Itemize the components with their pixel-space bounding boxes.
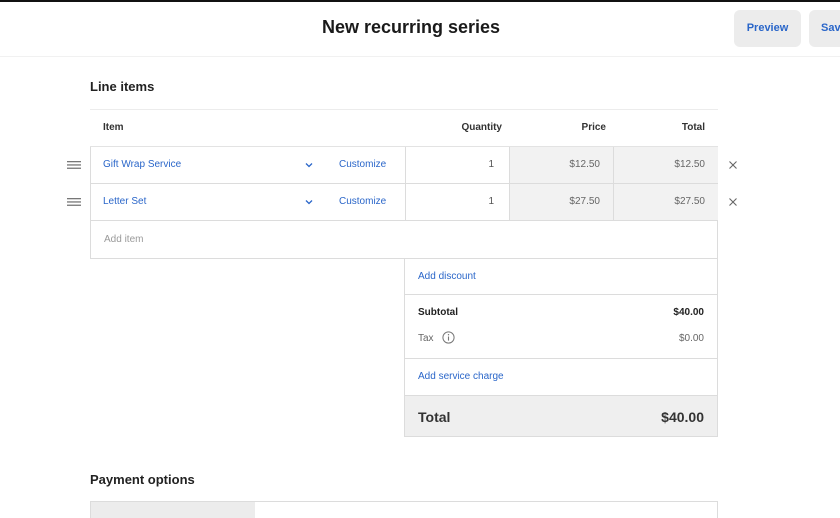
tax-value: $0.00 bbox=[678, 333, 704, 344]
header-divider bbox=[0, 56, 840, 57]
tax-label: Tax bbox=[418, 333, 434, 344]
chevron-down-icon[interactable] bbox=[304, 197, 314, 207]
line-items-heading: Line items bbox=[90, 79, 155, 94]
customize-link[interactable]: Customize bbox=[339, 147, 386, 183]
price-value: $12.50 bbox=[509, 147, 613, 183]
chevron-down-icon[interactable] bbox=[304, 160, 314, 170]
order-summary: Add discount Subtotal $40.00 Tax $0.00 A… bbox=[404, 259, 718, 437]
column-header-total: Total bbox=[681, 122, 705, 133]
add-service-charge-link[interactable]: Add service charge bbox=[405, 359, 717, 396]
total-value: $12.50 bbox=[613, 147, 718, 183]
payment-options-heading: Payment options bbox=[90, 472, 195, 487]
drag-handle-icon[interactable] bbox=[67, 198, 81, 206]
close-icon[interactable] bbox=[727, 196, 739, 208]
drag-handle-icon[interactable] bbox=[67, 161, 81, 169]
page-title: New recurring series bbox=[321, 17, 501, 37]
total-label: Total bbox=[418, 409, 451, 425]
total-value: $27.50 bbox=[613, 184, 718, 220]
subtotal-value: $40.00 bbox=[673, 307, 704, 318]
column-header-item: Item bbox=[103, 122, 124, 133]
info-icon[interactable] bbox=[442, 331, 455, 344]
page-header: New recurring series Preview Save bbox=[0, 2, 840, 56]
subtotals-block: Subtotal $40.00 Tax $0.00 bbox=[405, 295, 717, 359]
add-item-input[interactable]: Add item bbox=[90, 221, 718, 259]
total-line: Total $40.00 bbox=[405, 396, 717, 437]
item-select[interactable]: Gift Wrap Service bbox=[103, 147, 323, 183]
customize-link[interactable]: Customize bbox=[339, 184, 386, 220]
line-item-row: Letter Set Customize 1 $27.50 $27.50 bbox=[67, 184, 737, 221]
line-items-table-header: Item Quantity Price Total bbox=[90, 109, 718, 147]
preview-button[interactable]: Preview bbox=[734, 10, 801, 47]
quantity-field[interactable]: 1 bbox=[405, 184, 509, 220]
payment-options-panel bbox=[90, 501, 718, 518]
column-header-price: Price bbox=[581, 122, 606, 133]
payment-option-tab[interactable] bbox=[91, 502, 255, 518]
item-select[interactable]: Letter Set bbox=[103, 184, 323, 220]
save-button[interactable]: Save bbox=[809, 10, 840, 47]
column-header-quantity: Quantity bbox=[461, 122, 502, 133]
price-value: $27.50 bbox=[509, 184, 613, 220]
line-item-row: Gift Wrap Service Customize 1 $12.50 $12… bbox=[67, 147, 737, 184]
close-icon[interactable] bbox=[727, 159, 739, 171]
quantity-field[interactable]: 1 bbox=[405, 147, 509, 183]
add-discount-link[interactable]: Add discount bbox=[405, 259, 717, 295]
subtotal-label: Subtotal bbox=[418, 307, 458, 318]
total-amount: $40.00 bbox=[661, 409, 704, 425]
